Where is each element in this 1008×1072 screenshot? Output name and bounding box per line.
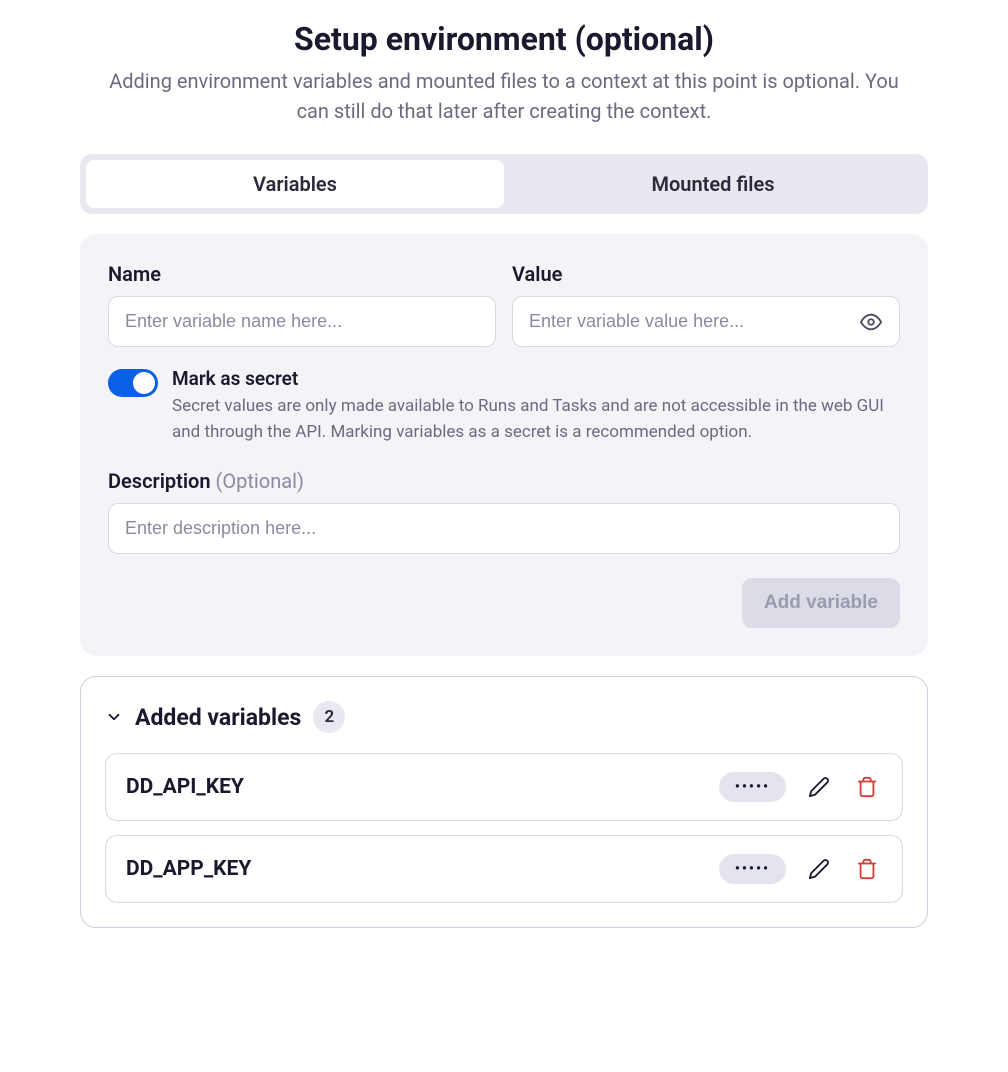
added-variables-title: Added variables bbox=[135, 704, 301, 731]
mark-secret-description: Secret values are only made available to… bbox=[172, 394, 900, 445]
page-subtitle: Adding environment variables and mounted… bbox=[94, 66, 914, 126]
pencil-icon bbox=[808, 776, 830, 798]
variable-name: DD_API_KEY bbox=[126, 775, 244, 799]
mark-secret-label: Mark as secret bbox=[172, 367, 900, 390]
mark-secret-toggle[interactable] bbox=[108, 369, 158, 397]
collapse-toggle[interactable] bbox=[105, 708, 123, 726]
chevron-down-icon bbox=[105, 708, 123, 726]
variable-row: DD_APP_KEY ••••• bbox=[105, 835, 903, 903]
masked-value: ••••• bbox=[719, 854, 786, 884]
variable-name: DD_APP_KEY bbox=[126, 857, 251, 881]
added-variables-section: Added variables 2 DD_API_KEY ••••• bbox=[80, 676, 928, 928]
tabs: Variables Mounted files bbox=[80, 154, 928, 214]
edit-variable-button[interactable] bbox=[804, 854, 834, 884]
description-label: Description (Optional) bbox=[108, 469, 900, 493]
pencil-icon bbox=[808, 858, 830, 880]
variable-form: Name Value bbox=[80, 234, 928, 656]
page-title: Setup environment (optional) bbox=[80, 20, 928, 58]
added-count-badge: 2 bbox=[313, 701, 345, 733]
trash-icon bbox=[856, 776, 878, 798]
masked-value: ••••• bbox=[719, 772, 786, 802]
description-input[interactable] bbox=[108, 503, 900, 554]
name-label: Name bbox=[108, 262, 496, 286]
edit-variable-button[interactable] bbox=[804, 772, 834, 802]
trash-icon bbox=[856, 858, 878, 880]
delete-variable-button[interactable] bbox=[852, 772, 882, 802]
toggle-visibility-button[interactable] bbox=[856, 307, 886, 337]
variable-row: DD_API_KEY ••••• bbox=[105, 753, 903, 821]
add-variable-button[interactable]: Add variable bbox=[742, 578, 900, 628]
value-input[interactable] bbox=[512, 296, 900, 347]
name-input[interactable] bbox=[108, 296, 496, 347]
tab-variables[interactable]: Variables bbox=[86, 160, 504, 208]
delete-variable-button[interactable] bbox=[852, 854, 882, 884]
value-label: Value bbox=[512, 262, 900, 286]
optional-hint: (Optional) bbox=[216, 469, 304, 493]
eye-icon bbox=[860, 311, 882, 333]
tab-mounted-files[interactable]: Mounted files bbox=[504, 160, 922, 208]
